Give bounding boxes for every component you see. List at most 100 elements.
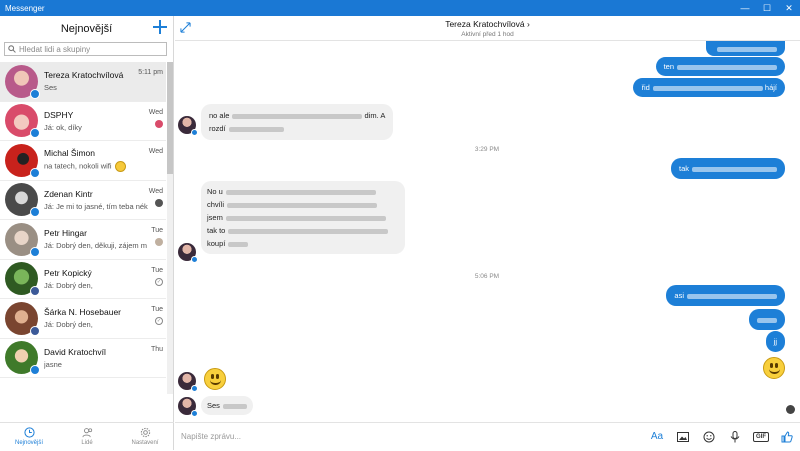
compose-plus-icon[interactable]	[153, 20, 167, 34]
conversation-item[interactable]: Petr Kopický Já: Dobrý den, Tue ✓	[0, 260, 166, 299]
bottom-nav: Nejnovější Lidé Nastavení	[0, 422, 174, 450]
title-bar: Messenger — ☐ ✕	[0, 0, 800, 16]
conversation-name: Michal Šimon	[44, 148, 96, 159]
conversation-preview: Já: ok, díky	[44, 122, 82, 132]
maximize-button[interactable]: ☐	[756, 0, 778, 16]
nav-recent[interactable]: Nejnovější	[0, 423, 58, 450]
contact-avatar	[178, 372, 198, 392]
chat-contact-name[interactable]: Tereza Kratochvílová ›	[175, 16, 800, 29]
messenger-badge-icon	[30, 88, 40, 99]
message-composer: Aa GIF	[175, 422, 800, 450]
sent-check-icon: ✓	[155, 317, 163, 325]
chat-panel: Tereza Kratochvílová › Aktivní před 1 ho…	[175, 16, 800, 450]
outgoing-message[interactable]: tak	[670, 158, 785, 179]
thumbs-up-icon[interactable]	[774, 423, 800, 451]
smiley-emoji-icon	[114, 161, 126, 173]
conversation-name: Šárka N. Hosebauer	[44, 307, 122, 318]
messenger-badge-icon	[191, 129, 198, 136]
message-input[interactable]	[175, 432, 644, 441]
messenger-badge-icon	[191, 410, 198, 417]
text-format-icon[interactable]: Aa	[644, 423, 670, 451]
conversation-time: Tue	[151, 227, 163, 234]
facebook-badge-icon	[30, 325, 40, 336]
microphone-icon[interactable]	[722, 423, 748, 451]
nav-settings[interactable]: Nastavení	[116, 423, 174, 450]
search-icon	[8, 45, 16, 53]
incoming-message[interactable]: no ale dim. A rozdí	[201, 104, 394, 140]
scrollbar-thumb[interactable]	[167, 62, 173, 174]
conversation-item[interactable]: Zdenan Kintr Já: Je mi to jasné, tím teba…	[0, 181, 166, 220]
nav-recent-label: Nejnovější	[14, 440, 43, 446]
close-button[interactable]: ✕	[778, 0, 800, 16]
messenger-badge-icon	[30, 167, 40, 178]
timestamp: 3:29 PM	[474, 146, 500, 153]
conversation-name: Petr Kopický	[44, 267, 92, 278]
conversation-time: Wed	[148, 148, 163, 155]
conversation-time: Wed	[148, 187, 163, 195]
conversation-item[interactable]: Michal Šimon na tatech, nokoli wifi Wed	[0, 141, 166, 181]
smiley-emoji-icon	[763, 357, 785, 379]
seen-avatar-icon	[155, 119, 163, 128]
conversation-list: Tereza Kratochvílová Ses 5:11 pm DSPHY Já:…	[0, 62, 166, 394]
outgoing-message[interactable]	[706, 41, 785, 56]
sent-check-icon: ✓	[155, 277, 163, 286]
outgoing-message[interactable]	[749, 309, 785, 330]
smiley-emoji-icon	[204, 368, 226, 390]
conversation-item[interactable]: DSPHY Já: ok, díky Wed	[0, 102, 166, 141]
search-placeholder: Hledat lidi a skupiny	[19, 44, 91, 54]
contact-avatar	[178, 397, 198, 417]
conversation-item[interactable]: David Kratochvíl jasne Thu	[0, 339, 166, 378]
sidebar-title: Nejnovější	[60, 23, 113, 35]
sidebar: Nejnovější Hledat lidi a skupiny Tereza …	[0, 16, 174, 450]
avatar	[5, 143, 40, 178]
conversation-preview: Já: Dobrý den, děkuji, zájem m	[44, 241, 147, 251]
contact-avatar	[178, 243, 198, 263]
gear-icon	[140, 427, 150, 438]
avatar	[5, 222, 40, 257]
avatar	[5, 183, 40, 218]
conversation-preview: na tatech, nokoli wifi	[44, 161, 166, 173]
incoming-message[interactable]: No u chvíli jsem tak to koupí	[201, 181, 405, 254]
messenger-badge-icon	[191, 385, 198, 392]
incoming-message[interactable]: Ses	[201, 396, 253, 415]
conversation-preview: Já: Dobrý den,	[44, 320, 93, 330]
avatar	[5, 301, 40, 336]
avatar	[5, 341, 40, 376]
avatar	[5, 104, 40, 139]
chat-header: Tereza Kratochvílová › Aktivní před 1 ho…	[175, 16, 800, 41]
avatar	[5, 64, 40, 99]
conversation-time: Thu	[150, 345, 163, 353]
outgoing-message[interactable]: asi	[666, 285, 785, 306]
messenger-badge-icon	[30, 246, 40, 257]
conversation-preview: Já: Dobrý den,	[44, 280, 93, 290]
app-title: Messenger	[5, 3, 45, 13]
contact-avatar	[178, 116, 198, 136]
seen-avatar-icon	[155, 238, 163, 246]
messenger-badge-icon	[30, 365, 40, 376]
sidebar-header: Nejnovější	[0, 16, 173, 42]
facebook-badge-icon	[30, 286, 40, 297]
minimize-button[interactable]: —	[734, 0, 756, 16]
outgoing-message[interactable]: řid hájí	[633, 78, 785, 97]
sidebar-scrollbar[interactable]	[167, 62, 173, 394]
gif-icon[interactable]: GIF	[748, 423, 774, 451]
emoji-icon[interactable]	[696, 423, 722, 451]
conversation-item[interactable]: Šárka N. Hosebauer Já: Dobrý den, Tue ✓	[0, 299, 166, 339]
conversation-name: Petr Hingar	[44, 228, 87, 239]
conversation-item[interactable]: Petr Hingar Já: Dobrý den, děkuji, zájem …	[0, 220, 166, 260]
conversation-item[interactable]: Tereza Kratochvílová Ses 5:11 pm	[0, 62, 166, 102]
conversation-time: Tue	[151, 266, 163, 274]
chat-status: Aktivní před 1 hod	[461, 31, 514, 38]
timestamp: 5:06 PM	[474, 273, 500, 280]
conversation-preview: Já: Je mi to jasné, tím teba nék	[44, 201, 148, 211]
nav-settings-label: Nastavení	[131, 440, 159, 446]
outgoing-message[interactable]: ten	[655, 57, 785, 76]
image-icon[interactable]	[670, 423, 696, 451]
outgoing-message[interactable]: jj	[765, 331, 785, 352]
people-icon	[81, 428, 92, 438]
nav-people[interactable]: Lidé	[58, 423, 116, 450]
search-box[interactable]: Hledat lidi a skupiny	[4, 42, 167, 56]
messenger-badge-icon	[191, 256, 198, 263]
expand-icon[interactable]	[180, 22, 191, 33]
avatar	[5, 262, 40, 297]
